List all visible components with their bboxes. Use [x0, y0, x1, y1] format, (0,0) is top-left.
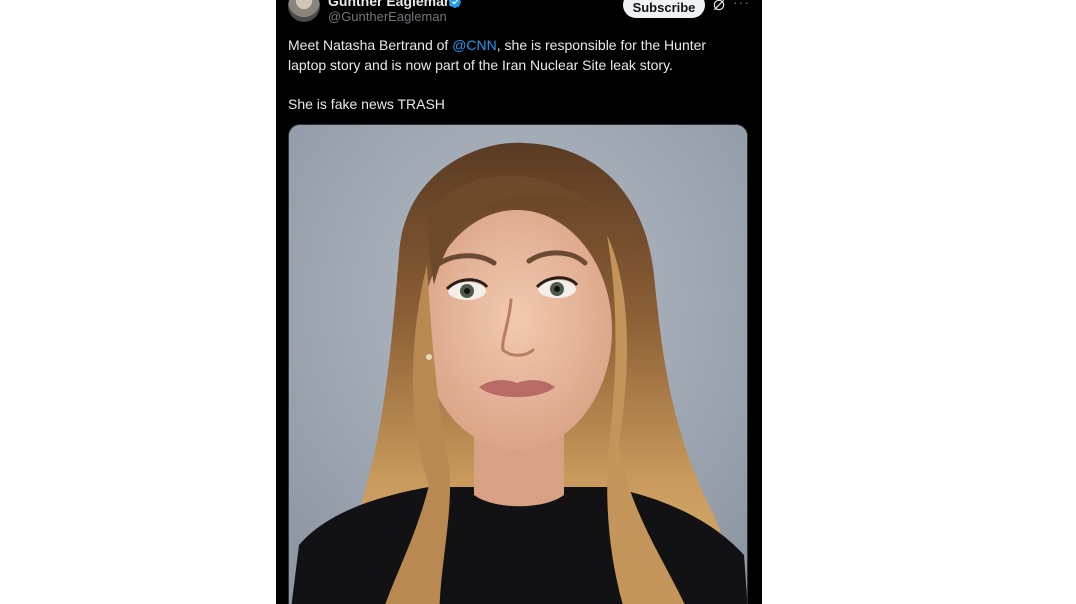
tweet-paragraph-1: Meet Natasha Bertrand of @CNN, she is re… — [288, 36, 738, 75]
tweet-text: Meet Natasha Bertrand of @CNN, she is re… — [288, 36, 738, 114]
subscribe-button[interactable]: Subscribe — [623, 0, 705, 18]
more-horizontal-icon[interactable]: ··· — [733, 0, 750, 10]
user-avatar[interactable] — [288, 0, 320, 22]
author-handle[interactable]: @GuntherEagleman — [328, 9, 447, 24]
author-display-name[interactable]: Gunther Eagleman — [328, 0, 452, 9]
tweet-text-before-mention: Meet Natasha Bertrand of — [288, 37, 453, 53]
tweet-media-photo[interactable] — [288, 124, 748, 604]
portrait-illustration — [289, 125, 747, 604]
verified-badge-icon — [449, 0, 461, 8]
cnn-mention-link[interactable]: @CNN — [452, 37, 497, 53]
grok-icon[interactable] — [712, 0, 726, 12]
tweet-paragraph-2: She is fake news TRASH — [288, 95, 445, 112]
tweet-card: Gunther Eagleman @GuntherEagleman Subscr… — [276, 0, 762, 604]
